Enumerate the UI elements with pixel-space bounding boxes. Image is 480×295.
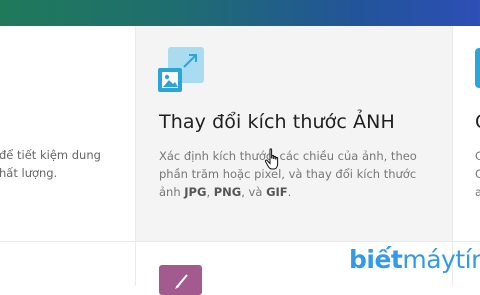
grid-divider (0, 241, 480, 242)
tool-card-partial[interactable]: C C C a (453, 26, 480, 241)
desc-line: a (475, 185, 480, 199)
watermark-logo: biếtmáytính (349, 245, 480, 274)
tool-card-description: Xác định kích thước, các chiều của ảnh, … (159, 147, 439, 201)
desc-sep: , (206, 185, 214, 199)
resize-image-icon (158, 47, 204, 92)
edit-image-icon (159, 265, 202, 295)
tool-card-title: Thay đổi kích thước ẢNH (159, 111, 395, 133)
watermark-thin: máytính (402, 245, 480, 274)
format-png: PNG (213, 185, 242, 199)
desc-line: C (475, 149, 480, 163)
tool-card-description: để tiết kiệm dung hất lượng. (0, 146, 139, 182)
desc-end: . (287, 185, 292, 199)
desc-line: C (475, 167, 480, 181)
desc-sep: , và (241, 185, 267, 199)
watermark-bold: biết (349, 245, 403, 274)
tool-card-description: C C a (475, 147, 480, 201)
grid-divider (135, 26, 136, 286)
tool-card-resize[interactable]: Thay đổi kích thước ẢNH Xác định kích th… (136, 26, 452, 241)
tool-card-compress[interactable]: để tiết kiệm dung hất lượng. (0, 26, 135, 241)
tool-icon (475, 48, 480, 88)
format-gif: GIF (266, 185, 288, 199)
top-gradient-bar (0, 0, 480, 26)
format-jpg: JPG (184, 185, 207, 199)
desc-line: để tiết kiệm dung (0, 148, 101, 162)
hand-cursor-icon (264, 148, 279, 170)
desc-line: hất lượng. (0, 166, 58, 180)
tool-card-title: C (475, 111, 480, 133)
